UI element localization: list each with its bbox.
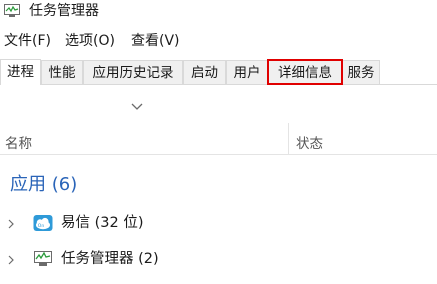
menu-options[interactable]: 选项(O) <box>65 30 115 52</box>
tab-processes[interactable]: 进程 <box>0 59 41 85</box>
tab-app-history[interactable]: 应用历史记录 <box>83 60 183 84</box>
tab-details[interactable]: 详细信息 <box>267 59 343 85</box>
tab-startup[interactable]: 启动 <box>183 60 226 84</box>
process-name: 任务管理器 (2) <box>61 251 159 267</box>
menu-bar: 文件(F) 选项(O) 查看(V) <box>0 30 437 52</box>
menu-view[interactable]: 查看(V) <box>131 30 180 52</box>
svg-text:On: On <box>38 223 45 229</box>
tab-bar: 进程 性能 应用历史记录 启动 用户 详细信息 服务 <box>0 59 437 85</box>
column-separator[interactable] <box>288 123 289 155</box>
task-manager-icon <box>34 251 52 266</box>
title-bar: 任务管理器 <box>0 0 437 24</box>
process-row-yixin[interactable]: On 易信 (32 位) <box>0 210 437 238</box>
task-manager-app-icon <box>4 4 20 17</box>
tab-performance[interactable]: 性能 <box>41 60 83 84</box>
window-title: 任务管理器 <box>29 3 99 19</box>
chevron-right-icon[interactable] <box>8 255 14 265</box>
process-name: 易信 (32 位) <box>61 215 144 231</box>
column-header-row: 名称 状态 <box>0 123 437 155</box>
sort-chevron-down-icon[interactable] <box>131 103 143 111</box>
column-header-name[interactable]: 名称 <box>5 132 32 152</box>
yixin-cloud-icon: On <box>33 215 53 231</box>
menu-file[interactable]: 文件(F) <box>4 30 51 52</box>
tab-users[interactable]: 用户 <box>226 60 268 84</box>
process-row-task-manager[interactable]: 任务管理器 (2) <box>0 246 437 274</box>
chevron-right-icon[interactable] <box>8 219 14 229</box>
group-heading-apps: 应用 (6) <box>10 174 78 195</box>
column-header-status[interactable]: 状态 <box>296 132 323 152</box>
header-divider <box>0 154 437 155</box>
tab-services[interactable]: 服务 <box>342 60 380 84</box>
